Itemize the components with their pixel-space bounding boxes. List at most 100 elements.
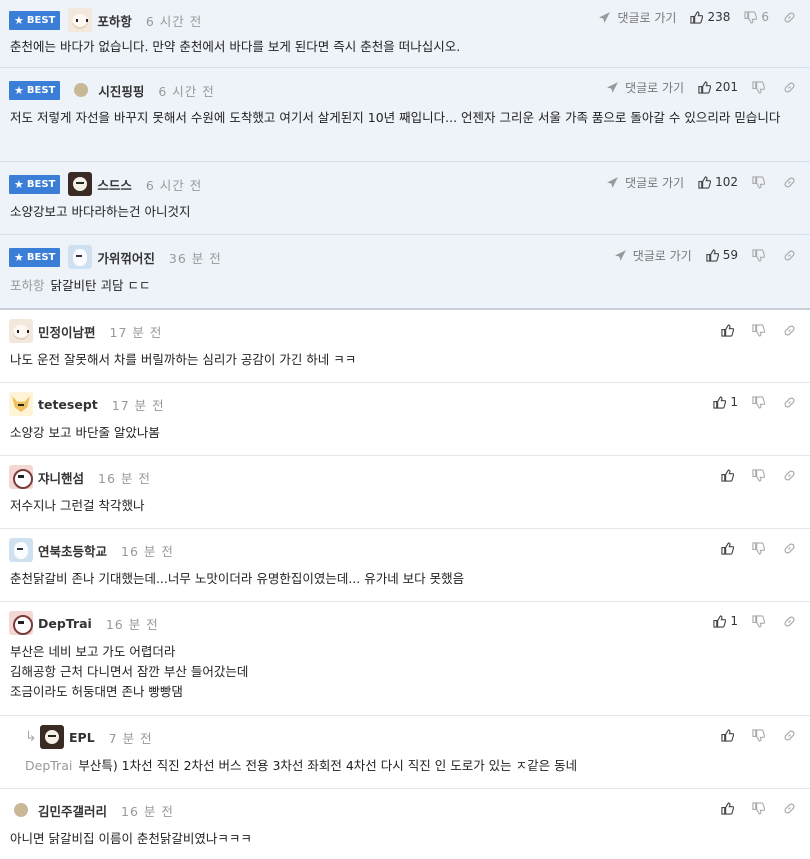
thumb-down-icon: [752, 323, 765, 337]
mention-nick[interactable]: DepTrai: [25, 758, 72, 773]
timestamp: 6 시간 전: [145, 177, 203, 193]
timestamp: 16 분 전: [98, 470, 151, 486]
link-icon: [784, 542, 795, 554]
upvote-button[interactable]: [721, 468, 738, 482]
downvote-button[interactable]: [752, 614, 769, 628]
best-comment: ★ BEST 시진핑핑 6 시간 전 댓글로 가기 201 저도 저렇게 자선을 …: [0, 68, 810, 162]
upvote-button[interactable]: 1: [713, 614, 738, 628]
upvote-count: 59: [722, 248, 738, 262]
go-to-reply-link[interactable]: 댓글로 가기: [606, 174, 684, 191]
thumb-down-icon: [752, 541, 765, 555]
nickname[interactable]: EPL: [69, 730, 95, 745]
avatar[interactable]: [9, 538, 33, 562]
downvote-button[interactable]: [752, 728, 769, 742]
thumb-down-icon: [752, 468, 765, 482]
downvote-button[interactable]: [752, 248, 769, 262]
go-to-reply-link[interactable]: 댓글로 가기: [614, 247, 692, 264]
go-to-reply-link[interactable]: 댓글로 가기: [598, 9, 676, 26]
upvote-button[interactable]: 1: [713, 395, 738, 409]
best-comment: ★ BEST 포하항 6 시간 전 댓글로 가기 238 6 춘천에는 바다가 없…: [0, 0, 810, 68]
upvote-button[interactable]: 201: [698, 80, 738, 94]
comment-list: ★ BEST 포하항 6 시간 전 댓글로 가기 238 6 춘천에는 바다가 없…: [0, 0, 810, 859]
thumb-down-icon: [752, 248, 765, 262]
upvote-button[interactable]: 59: [706, 248, 738, 262]
upvote-button[interactable]: [721, 541, 738, 555]
link-icon: [784, 802, 795, 814]
share-link-button[interactable]: [783, 176, 800, 189]
comment-header: EPL 7 분 전: [40, 725, 153, 749]
avatar[interactable]: [14, 803, 28, 817]
comment-header: ★ BEST 가위꺾어진 36 분 전: [9, 245, 222, 269]
timestamp: 16 분 전: [121, 543, 174, 559]
avatar[interactable]: [9, 392, 33, 416]
downvote-button[interactable]: [752, 395, 769, 409]
downvote-button[interactable]: [752, 80, 769, 94]
comment: 쟈니핸섬 16 분 전 저수지나 그런걸 착각했나: [0, 456, 810, 529]
comment-actions: 댓글로 가기 201: [592, 77, 800, 97]
nickname[interactable]: 민정이남편: [38, 322, 96, 341]
nickname[interactable]: DepTrai: [38, 616, 92, 631]
comment-body: 포하항 닭갈비탄 괴담 ㄷㄷ: [10, 276, 800, 296]
thumb-up-icon: [721, 468, 734, 482]
upvote-button[interactable]: 102: [698, 175, 738, 189]
share-link-button[interactable]: [783, 324, 800, 337]
thumb-up-icon: [721, 323, 734, 337]
downvote-button[interactable]: [752, 541, 769, 555]
comment-header: DepTrai 16 분 전: [9, 611, 159, 635]
comment-actions: [707, 725, 800, 745]
nickname[interactable]: tetesept: [38, 397, 98, 412]
comment-header: tetesept 17 분 전: [9, 392, 165, 416]
link-icon: [784, 615, 795, 627]
upvote-button[interactable]: [721, 728, 738, 742]
go-to-reply-link[interactable]: 댓글로 가기: [606, 79, 684, 96]
upvote-button[interactable]: [721, 801, 738, 815]
downvote-button[interactable]: [752, 468, 769, 482]
comment-body: 춘천에는 바다가 없습니다. 만약 춘천에서 바다를 보게 된다면 즉시 춘천을…: [10, 39, 461, 54]
share-link-button[interactable]: [783, 396, 800, 409]
nickname[interactable]: 시진핑핑: [98, 81, 144, 100]
comment-actions: 댓글로 가기 238 6: [584, 7, 800, 27]
thumb-up-icon: [713, 395, 727, 409]
thumb-up-icon: [698, 80, 712, 94]
share-link-button[interactable]: [783, 729, 800, 742]
avatar[interactable]: [68, 245, 93, 269]
nickname[interactable]: 연북초등학교: [38, 541, 107, 560]
avatar[interactable]: [9, 611, 33, 635]
downvote-button[interactable]: [752, 323, 769, 337]
thumb-up-icon: [721, 728, 734, 742]
comment-body: 춘천닭갈비 존나 기대했는데...너무 노맛이더라 유명한집이였는데... 유가…: [10, 571, 465, 586]
nickname[interactable]: 스드스: [97, 175, 132, 194]
downvote-button[interactable]: [752, 175, 769, 189]
thumb-up-icon: [713, 614, 727, 628]
mention-nick[interactable]: 포하항: [10, 278, 45, 293]
best-comment: ★ BEST 가위꺾어진 36 분 전 댓글로 가기 59 포하항 닭갈비탄 괴담 …: [0, 235, 810, 310]
share-link-button[interactable]: [783, 542, 800, 555]
nickname[interactable]: 포하항: [97, 11, 132, 30]
comment-actions: 댓글로 가기 59: [600, 245, 800, 265]
upvote-button[interactable]: 238: [690, 10, 730, 24]
avatar[interactable]: [68, 8, 93, 32]
avatar[interactable]: [9, 319, 33, 343]
share-link-button[interactable]: [783, 249, 800, 262]
nickname[interactable]: 가위꺾어진: [97, 248, 155, 267]
share-link-button[interactable]: [783, 802, 800, 815]
star-icon: ★: [14, 177, 24, 191]
upvote-count: 1: [730, 395, 738, 409]
avatar[interactable]: [40, 725, 64, 749]
upvote-button[interactable]: [721, 323, 738, 337]
avatar[interactable]: [74, 83, 89, 97]
downvote-button[interactable]: 6: [744, 10, 769, 24]
nickname[interactable]: 쟈니핸섬: [38, 468, 84, 487]
share-link-button[interactable]: [783, 469, 800, 482]
downvote-button[interactable]: [752, 801, 769, 815]
avatar[interactable]: [9, 465, 33, 489]
share-link-button[interactable]: [783, 81, 800, 94]
share-link-button[interactable]: [783, 11, 800, 24]
comment: 김민주갤러리 16 분 전 아니면 닭갈비집 이름이 춘천닭갈비였나ㅋㅋㅋ: [0, 789, 810, 859]
link-icon: [784, 324, 795, 336]
share-link-button[interactable]: [783, 615, 800, 628]
link-icon: [784, 176, 795, 188]
nickname[interactable]: 김민주갤러리: [38, 801, 107, 820]
timestamp: 16 분 전: [121, 803, 174, 819]
avatar[interactable]: [68, 172, 93, 196]
